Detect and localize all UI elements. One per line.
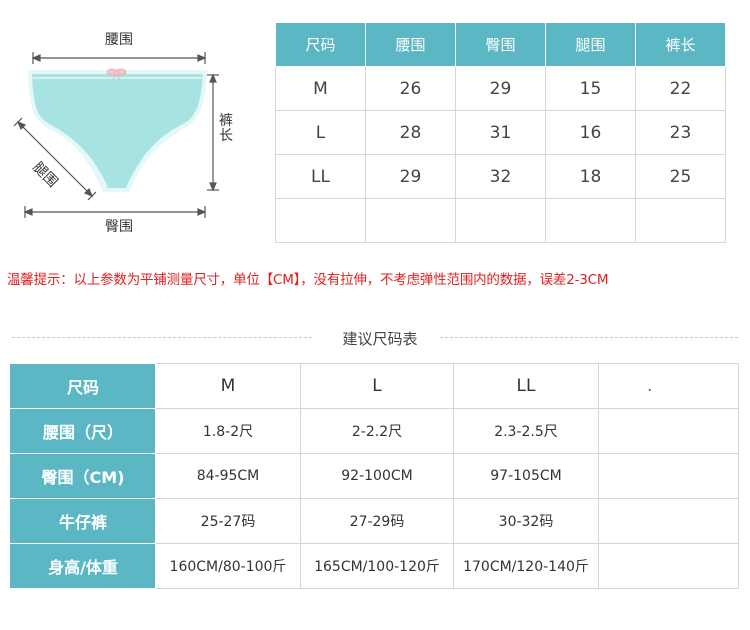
table-cell: 165CM/100-120斤 bbox=[300, 543, 454, 589]
table-cell bbox=[635, 198, 726, 243]
table-cell: 1.8-2尺 bbox=[155, 408, 301, 454]
table-cell bbox=[365, 198, 456, 243]
section-title-text: 建议尺码表 bbox=[342, 330, 418, 348]
header-cell: 裤长 bbox=[635, 22, 726, 67]
header-cell: 尺码 bbox=[275, 22, 366, 67]
table-cell: 2.3-2.5尺 bbox=[453, 408, 599, 454]
table-cell: 26 bbox=[365, 66, 456, 111]
table-row: LL 29 32 18 25 bbox=[275, 154, 726, 199]
divider-right bbox=[440, 337, 738, 338]
table-row: M 26 29 15 22 bbox=[275, 66, 726, 111]
table-cell: 2-2.2尺 bbox=[300, 408, 454, 454]
table-cell: 23 bbox=[635, 110, 726, 155]
table-row: 牛仔裤 25-27码 27-29码 30-32码 bbox=[10, 498, 739, 544]
table-cell: 97-105CM bbox=[453, 453, 599, 499]
table-cell bbox=[455, 198, 546, 243]
header-cell: 腿围 bbox=[545, 22, 636, 67]
table-cell: 25 bbox=[635, 154, 726, 199]
table-cell: 31 bbox=[455, 110, 546, 155]
size-table: 尺码 腰围 臀围 腿围 裤长 M 26 29 15 22 L 28 31 16 … bbox=[275, 22, 726, 243]
table-cell: . bbox=[598, 363, 739, 409]
table-cell: 15 bbox=[545, 66, 636, 111]
recommended-size-table: 尺码 M L LL . 腰围（尺） 1.8-2尺 2-2.2尺 2.3-2.5尺… bbox=[10, 363, 739, 589]
size-table-header: 尺码 腰围 臀围 腿围 裤长 bbox=[275, 22, 726, 67]
row-header: 身高/体重 bbox=[10, 543, 156, 589]
table-row: L 28 31 16 23 bbox=[275, 110, 726, 155]
table-cell: 170CM/120-140斤 bbox=[453, 543, 599, 589]
length-label: 裤长 bbox=[219, 113, 233, 144]
table-row bbox=[275, 198, 726, 243]
table-cell: 29 bbox=[455, 66, 546, 111]
table-cell bbox=[598, 453, 739, 499]
waist-label: 腰围 bbox=[105, 32, 133, 48]
table-row: 腰围（尺） 1.8-2尺 2-2.2尺 2.3-2.5尺 bbox=[10, 408, 739, 454]
row-header: 腰围（尺） bbox=[10, 408, 156, 454]
table-cell: LL bbox=[453, 363, 599, 409]
hip-arrow bbox=[23, 206, 207, 218]
table-cell: 16 bbox=[545, 110, 636, 155]
row-header: 臀围（CM) bbox=[10, 453, 156, 499]
table-cell bbox=[545, 198, 636, 243]
section-title: 建议尺码表 bbox=[0, 328, 750, 348]
table-row: 尺码 M L LL . bbox=[10, 363, 739, 409]
table-cell: L bbox=[300, 363, 454, 409]
header-cell: 臀围 bbox=[455, 22, 546, 67]
table-row: 臀围（CM) 84-95CM 92-100CM 97-105CM bbox=[10, 453, 739, 499]
underwear-diagram: 腰围 臀围 腿围 裤长 bbox=[0, 0, 260, 245]
table-cell: 18 bbox=[545, 154, 636, 199]
table-cell bbox=[275, 198, 366, 243]
table-cell: M bbox=[275, 66, 366, 111]
table-cell: 28 bbox=[365, 110, 456, 155]
table-cell: 92-100CM bbox=[300, 453, 454, 499]
table-cell: L bbox=[275, 110, 366, 155]
table-cell: 22 bbox=[635, 66, 726, 111]
table-cell: 32 bbox=[455, 154, 546, 199]
table-row: 身高/体重 160CM/80-100斤 165CM/100-120斤 170CM… bbox=[10, 543, 739, 589]
divider-left bbox=[12, 337, 312, 338]
table-cell: 30-32码 bbox=[453, 498, 599, 544]
table-cell bbox=[598, 408, 739, 454]
table-cell bbox=[598, 498, 739, 544]
table-cell: M bbox=[155, 363, 301, 409]
waist-arrow bbox=[31, 52, 207, 64]
table-cell: 29 bbox=[365, 154, 456, 199]
hip-label: 臀围 bbox=[105, 219, 133, 235]
table-cell: 84-95CM bbox=[155, 453, 301, 499]
table-cell: 160CM/80-100斤 bbox=[155, 543, 301, 589]
table-cell: LL bbox=[275, 154, 366, 199]
header-cell: 腰围 bbox=[365, 22, 456, 67]
table-cell bbox=[598, 543, 739, 589]
row-header: 尺码 bbox=[10, 363, 156, 409]
row-header: 牛仔裤 bbox=[10, 498, 156, 544]
measurement-tip: 温馨提示：以上参数为平铺测量尺寸，单位【CM】，没有拉伸，不考虑弹性范围内的数据… bbox=[7, 272, 609, 288]
table-cell: 25-27码 bbox=[155, 498, 301, 544]
table-cell: 27-29码 bbox=[300, 498, 454, 544]
